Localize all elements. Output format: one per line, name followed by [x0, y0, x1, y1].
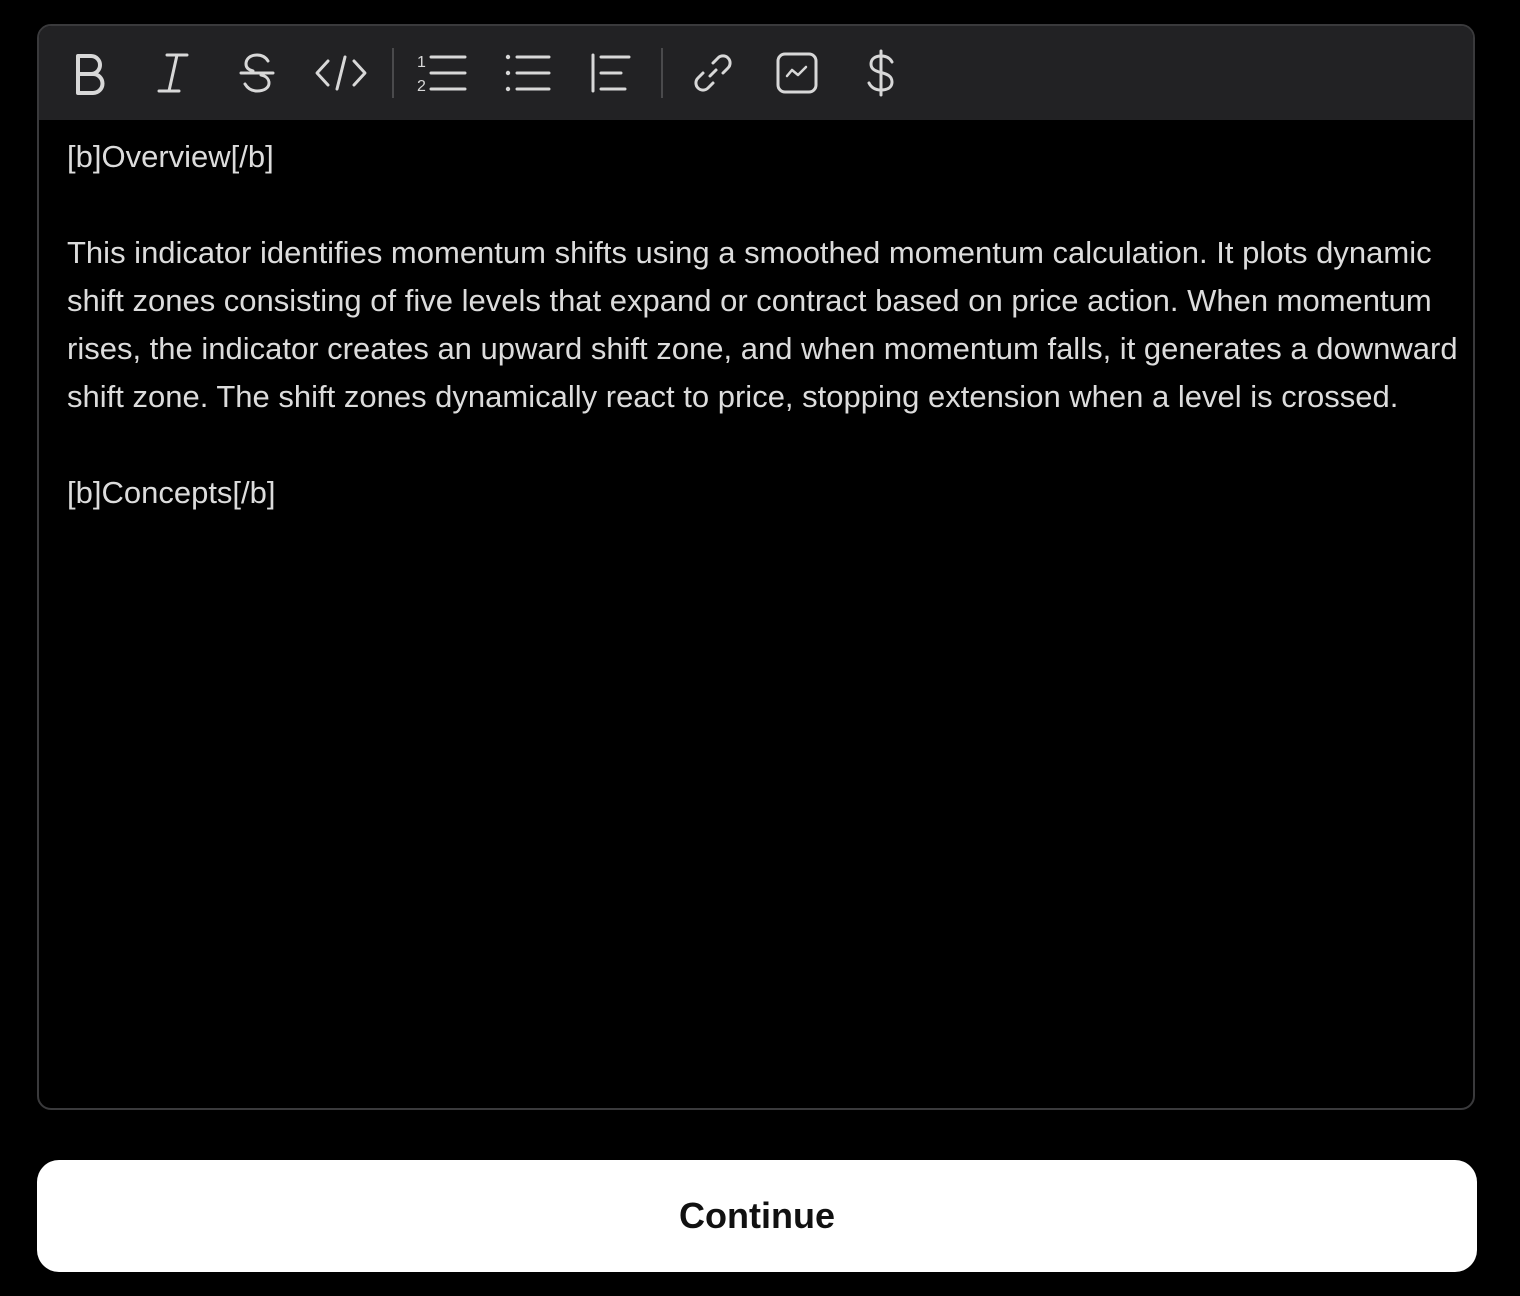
strikethrough-button[interactable] [227, 43, 287, 103]
numbered-list-button[interactable]: 1 2 [411, 43, 471, 103]
bullet-list-button[interactable] [497, 43, 557, 103]
link-icon [694, 54, 732, 92]
bullet-list-icon [505, 54, 551, 92]
editor-textarea[interactable]: [b]Overview[/b] This indicator identifie… [67, 133, 1467, 517]
bold-button[interactable] [59, 43, 119, 103]
bold-icon [76, 54, 105, 95]
dollar-icon [867, 49, 894, 97]
toolbar-divider [661, 48, 663, 98]
numbered-list-icon: 1 2 [417, 54, 467, 95]
italic-icon [157, 53, 189, 93]
toolbar-divider [392, 48, 394, 98]
continue-button[interactable]: Continue [37, 1160, 1477, 1272]
text-editor: 1 2 [b]Overview[/b] This indicator ident… [37, 24, 1475, 1110]
chart-button[interactable] [767, 43, 827, 103]
code-button[interactable] [311, 43, 371, 103]
ticker-button[interactable] [851, 43, 911, 103]
numbered-list-digit: 1 [417, 54, 426, 71]
numbered-list-digit: 2 [417, 78, 426, 95]
blockquote-button[interactable] [581, 43, 641, 103]
link-button[interactable] [683, 43, 743, 103]
formatting-toolbar: 1 2 [39, 26, 1473, 120]
italic-button[interactable] [143, 43, 203, 103]
blockquote-icon [591, 53, 631, 93]
strikethrough-icon [239, 53, 275, 93]
code-icon [315, 55, 367, 91]
chart-icon [776, 52, 818, 94]
